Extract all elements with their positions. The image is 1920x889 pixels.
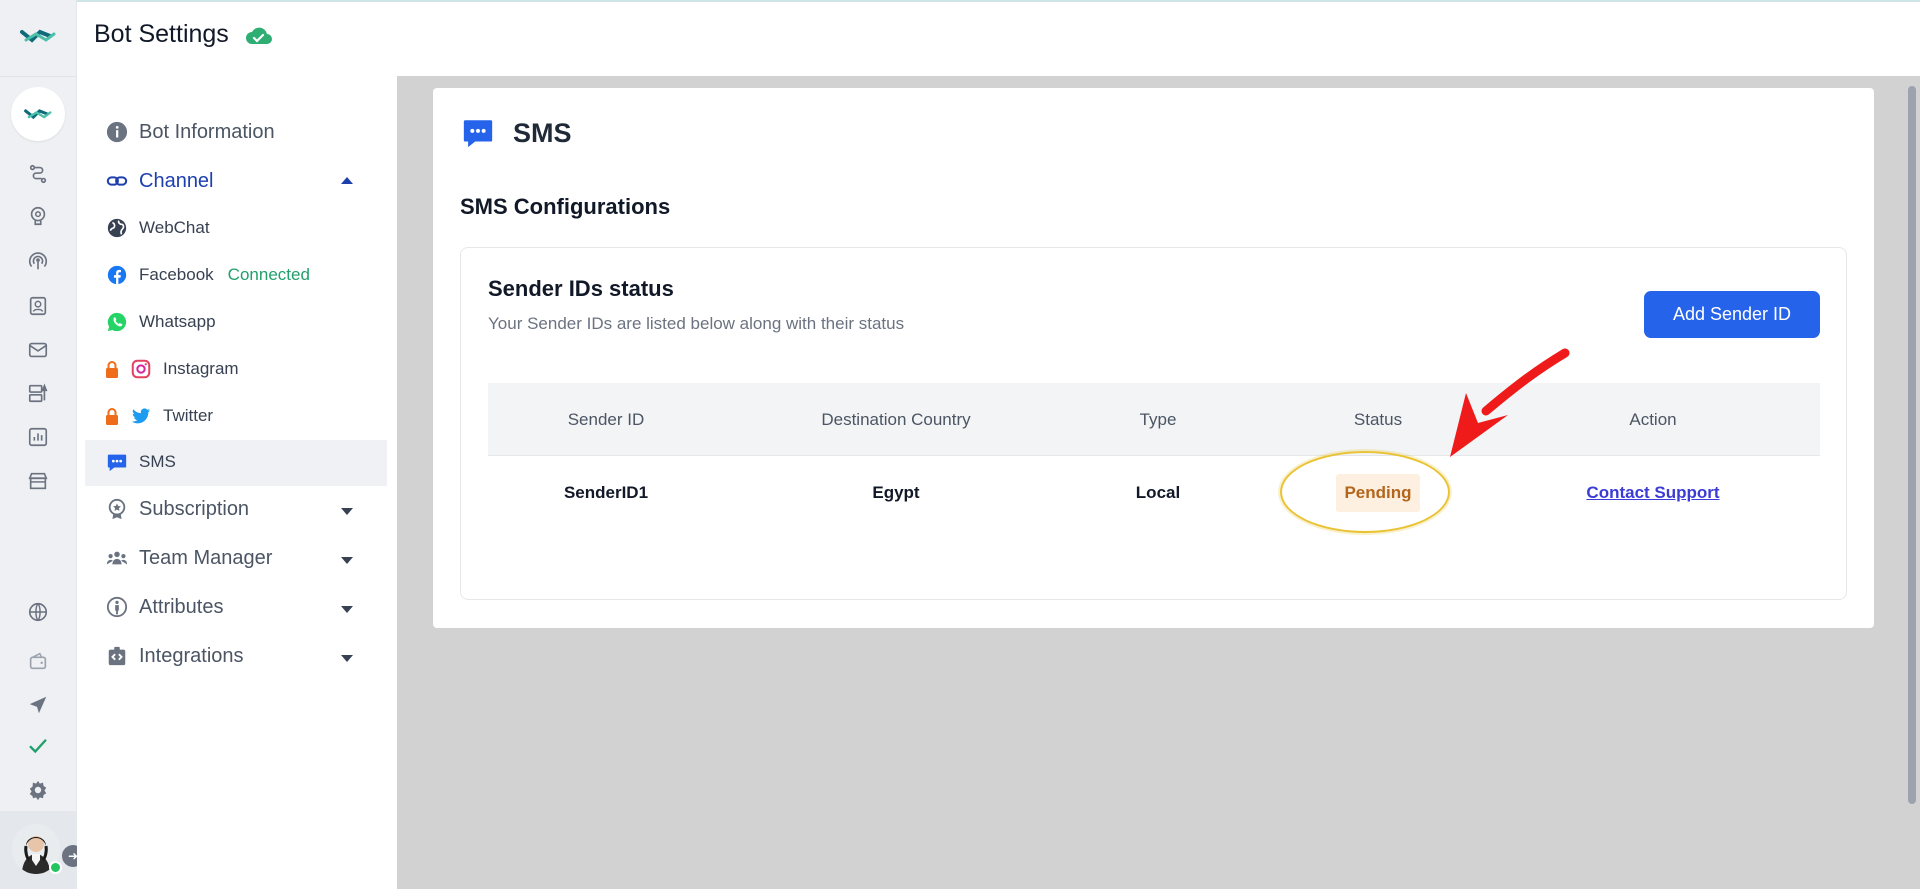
nav-channel-label: Channel (139, 169, 214, 192)
card-title: SMS (513, 117, 572, 148)
contact-support-link[interactable]: Contact Support (1586, 483, 1719, 503)
vertical-scrollbar[interactable] (1908, 86, 1916, 804)
attributes-expand-icon[interactable] (341, 606, 353, 613)
country-cell: Egypt (872, 482, 920, 502)
app-logo-icon[interactable] (16, 22, 60, 50)
app-rail: ➜ (0, 0, 84, 889)
sender-ids-subtitle: Your Sender IDs are listed below along w… (488, 314, 905, 333)
instagram-icon (129, 357, 153, 381)
column-header-type: Type (1139, 409, 1177, 429)
card-header: SMS (461, 116, 572, 150)
nav-team-manager-label: Team Manager (139, 546, 273, 569)
nav-channel-instagram-label: Instagram (163, 359, 239, 378)
nav-channel-instagram[interactable]: Instagram (105, 357, 239, 381)
sms-icon (105, 450, 129, 474)
column-header-sender-id: Sender ID (567, 409, 645, 429)
nav-bot-information-label: Bot Information (139, 120, 275, 143)
lock-icon (105, 404, 119, 428)
section-title: SMS Configurations (460, 194, 671, 219)
nav-channel-webchat-label: WebChat (139, 218, 210, 237)
award-icon (105, 497, 129, 521)
nav-subscription-label: Subscription (139, 497, 250, 520)
analytics-icon[interactable] (26, 425, 50, 449)
connected-badge: Connected (227, 265, 310, 284)
twitter-icon (129, 404, 153, 428)
wallet-icon[interactable] (26, 649, 50, 673)
team-icon (105, 546, 129, 570)
integrations-icon (105, 644, 129, 668)
integrations-expand-icon[interactable] (341, 655, 353, 662)
nav-channel-twitter[interactable]: Twitter (105, 404, 213, 428)
nav-channel-facebook-label: Facebook (139, 265, 214, 284)
sender-ids-card: Sender IDs status Your Sender IDs are li… (460, 247, 1847, 600)
checkmark-icon[interactable] (26, 734, 50, 758)
add-sender-id-button[interactable]: Add Sender ID (1644, 291, 1820, 338)
store-icon[interactable] (26, 469, 50, 493)
nav-attributes-label: Attributes (139, 595, 224, 618)
settings-nav: Bot Information Channel WebChat Facebook… (77, 76, 397, 889)
broadcast-icon[interactable] (26, 249, 50, 273)
contacts-icon[interactable] (26, 294, 50, 318)
facebook-icon (105, 263, 129, 287)
whatsapp-icon (105, 310, 129, 334)
nav-channel-whatsapp[interactable]: Whatsapp (105, 310, 216, 334)
table-row: SenderID1 Egypt Local Pending Contact Su… (488, 456, 1820, 529)
mail-icon[interactable] (26, 338, 50, 362)
nav-channel-sms-label: SMS (139, 452, 176, 471)
cloud-saved-icon (246, 27, 272, 44)
nav-channel-sms[interactable]: SMS (105, 450, 176, 474)
brain-icon[interactable] (26, 204, 50, 228)
column-header-destination-country: Destination Country (821, 409, 971, 429)
nav-subscription[interactable]: Subscription (105, 497, 249, 521)
online-status-dot (49, 861, 62, 874)
type-cell: Local (1135, 482, 1181, 502)
info-icon (105, 120, 129, 144)
nav-channel-webchat[interactable]: WebChat (105, 216, 210, 240)
team-manager-expand-icon[interactable] (341, 557, 353, 564)
sms-card: SMS SMS Configurations Sender IDs status… (433, 88, 1874, 628)
send-icon[interactable] (26, 693, 50, 717)
nav-integrations[interactable]: Integrations (105, 644, 244, 668)
nav-integrations-label: Integrations (139, 644, 244, 667)
page-title: Bot Settings (94, 20, 229, 48)
campaign-icon[interactable] (26, 381, 50, 405)
nav-team-manager[interactable]: Team Manager (105, 546, 272, 570)
bot-logo-icon (24, 109, 52, 120)
person-circle-icon (105, 595, 129, 619)
language-globe-icon[interactable] (26, 600, 50, 624)
globe-icon (105, 216, 129, 240)
lock-icon (105, 357, 119, 381)
settings-gear-icon[interactable] (26, 778, 50, 802)
nav-channel-whatsapp-label: Whatsapp (139, 312, 216, 331)
link-icon (105, 169, 129, 193)
nav-channel-facebook[interactable]: Facebook Connected (105, 263, 310, 287)
flow-icon[interactable] (26, 162, 50, 186)
nav-attributes[interactable]: Attributes (105, 595, 223, 619)
nav-channel-twitter-label: Twitter (163, 406, 214, 425)
sender-id-cell: SenderID1 (563, 482, 649, 502)
sms-chat-icon (463, 120, 493, 148)
nav-channel[interactable]: Channel (105, 169, 214, 193)
nav-bot-information[interactable]: Bot Information (105, 120, 275, 144)
subscription-expand-icon[interactable] (341, 508, 353, 515)
sender-ids-title: Sender IDs status (488, 276, 674, 301)
annotation-arrow-icon (1450, 348, 1570, 457)
bot-avatar[interactable] (11, 87, 65, 141)
table-header: Sender ID Destination Country Type Statu… (488, 383, 1820, 456)
rail-divider (0, 76, 77, 77)
channel-collapse-icon[interactable] (341, 177, 353, 184)
top-header: Bot Settings (77, 0, 1920, 76)
